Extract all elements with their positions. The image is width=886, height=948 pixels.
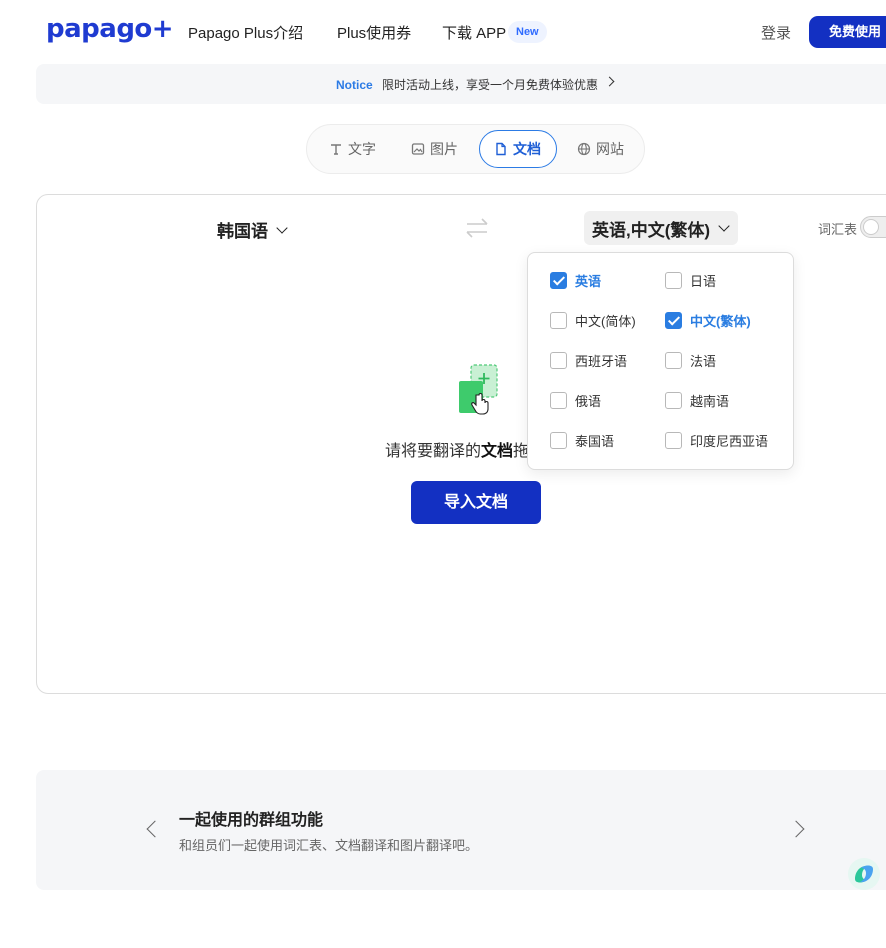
text-icon <box>331 144 341 155</box>
top-header: papago+ Papago Plus介绍 Plus使用券 下载 APP New… <box>0 0 886 62</box>
image-icon <box>411 143 425 155</box>
lang-option-english[interactable]: 英语 <box>550 270 601 290</box>
tab-website[interactable]: 网站 <box>569 130 632 168</box>
checkbox[interactable] <box>550 391 567 409</box>
lang-option-chinese-traditional[interactable]: 中文(繁体) <box>665 310 751 330</box>
nav-download-app[interactable]: 下载 APP <box>442 22 506 43</box>
toggle-knob <box>863 219 879 235</box>
swap-icon[interactable] <box>464 217 490 239</box>
tab-label: 网站 <box>596 141 624 157</box>
lang-option-indonesian[interactable]: 印度尼西亚语 <box>665 430 768 450</box>
checkbox[interactable] <box>665 391 682 409</box>
free-use-button[interactable]: 免费使用 <box>809 16 886 48</box>
notice-label: Notice <box>336 78 373 92</box>
target-language-menu: 英语 日语 中文(简体) 中文(繁体) 西班牙语 法语 俄语 越南语 泰国语 印… <box>527 252 794 470</box>
lang-option-french[interactable]: 法语 <box>665 350 716 370</box>
lang-option-russian[interactable]: 俄语 <box>550 390 601 410</box>
import-document-button[interactable]: 导入文档 <box>411 481 541 524</box>
tab-document[interactable]: 文档 <box>479 130 557 168</box>
tab-image[interactable]: 图片 <box>403 130 466 168</box>
assistant-icon[interactable] <box>847 857 881 891</box>
target-language-select[interactable]: 英语,中文(繁体) <box>584 211 739 245</box>
checkbox[interactable] <box>665 311 682 329</box>
lang-option-vietnamese[interactable]: 越南语 <box>665 390 729 410</box>
checkbox[interactable] <box>550 311 567 329</box>
checkbox[interactable] <box>550 431 567 449</box>
chevron-down-icon <box>718 220 730 232</box>
tab-text[interactable]: 文字 <box>321 130 384 168</box>
new-badge: New <box>508 21 547 43</box>
checkbox[interactable] <box>665 431 682 449</box>
checkbox[interactable] <box>550 351 567 369</box>
lang-option-chinese-simplified[interactable]: 中文(简体) <box>550 310 636 330</box>
login-link[interactable]: 登录 <box>761 22 791 43</box>
lang-option-spanish[interactable]: 西班牙语 <box>550 350 627 370</box>
target-language-label: 英语,中文(繁体) <box>592 220 711 240</box>
upload-document-icon <box>459 364 498 415</box>
tab-label: 文档 <box>513 141 541 157</box>
notice-text: 限时活动上线，享受一个月免费体验优惠 <box>382 78 599 92</box>
tab-label: 文字 <box>348 141 376 157</box>
globe-icon <box>577 142 591 156</box>
chevron-right-icon[interactable] <box>787 820 805 838</box>
lang-option-japanese[interactable]: 日语 <box>665 270 716 290</box>
source-language-select[interactable]: 韩国语 <box>217 217 288 242</box>
checkbox[interactable] <box>550 271 567 289</box>
chevron-down-icon <box>276 221 288 234</box>
chevron-left-icon[interactable] <box>146 820 164 838</box>
feature-carousel: 一起使用的群组功能 和组员们一起使用词汇表、文档翻译和图片翻译吧。 <box>36 770 886 890</box>
lang-option-thai[interactable]: 泰国语 <box>550 430 614 450</box>
nav-plus-voucher[interactable]: Plus使用券 <box>337 22 411 43</box>
mode-tabs: 文字 图片 文档 网站 <box>306 124 645 174</box>
tab-label: 图片 <box>430 141 458 157</box>
checkbox[interactable] <box>665 271 682 289</box>
document-icon <box>496 142 506 156</box>
source-language-label: 韩国语 <box>217 222 268 241</box>
nav-plus-intro[interactable]: Papago Plus介绍 <box>188 22 303 43</box>
papago-logo[interactable]: papago+ <box>46 14 174 44</box>
checkbox[interactable] <box>665 351 682 369</box>
vocab-toggle[interactable] <box>860 216 886 238</box>
chevron-right-icon <box>604 76 615 87</box>
vocab-label: 词汇表 <box>818 222 858 237</box>
notice-bar[interactable]: Notice 限时活动上线，享受一个月免费体验优惠 <box>36 64 886 104</box>
drop-instruction: 请将要翻译的文档拖 <box>385 443 530 460</box>
carousel-subtitle: 和组员们一起使用词汇表、文档翻译和图片翻译吧。 <box>179 838 479 853</box>
carousel-title: 一起使用的群组功能 <box>179 812 324 829</box>
